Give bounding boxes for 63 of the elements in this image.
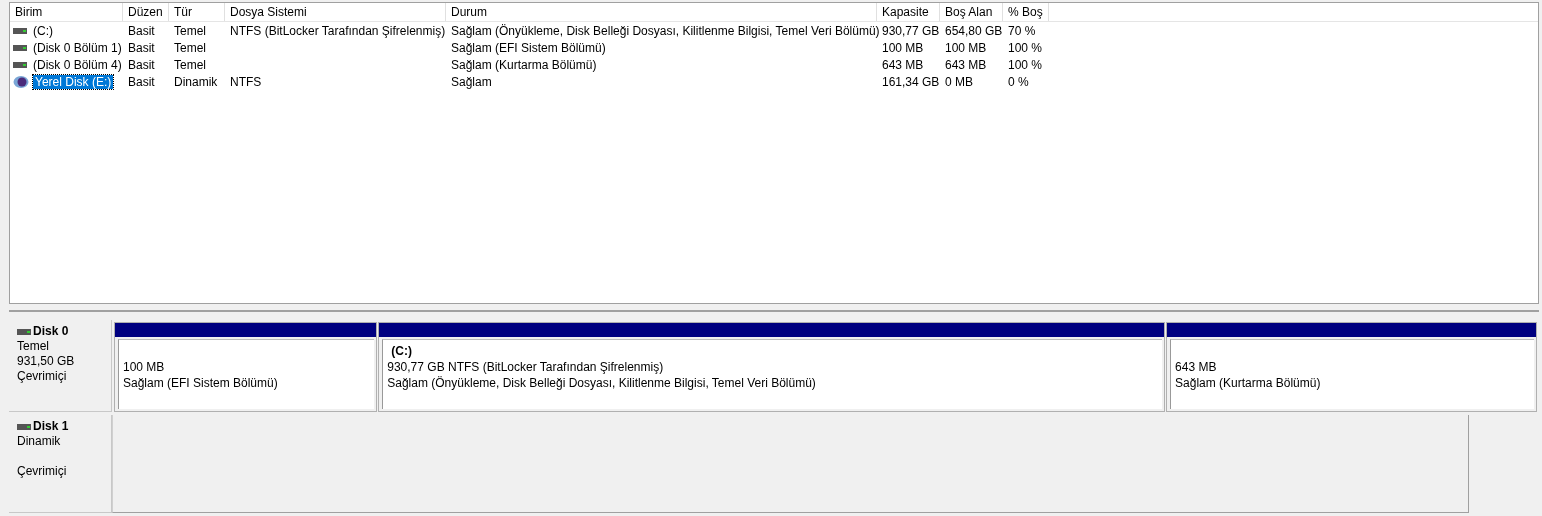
disk-label-panel[interactable]: Disk 0 Temel 931,50 GB Çevrimiçi bbox=[9, 320, 112, 412]
table-cell: Sağlam (EFI Sistem Bölümü) bbox=[451, 40, 606, 55]
disk-name: Disk 0 bbox=[33, 324, 69, 339]
table-cell: Temel bbox=[174, 57, 206, 72]
partition-status: Sağlam (Kurtarma Bölümü) bbox=[1175, 375, 1322, 391]
table-cell: 0 % bbox=[1008, 74, 1029, 89]
table-cell: 643 MB bbox=[882, 57, 924, 72]
table-cell: Sağlam bbox=[451, 74, 492, 89]
table-cell: NTFS bbox=[230, 74, 262, 89]
disk-status: Çevrimiçi bbox=[17, 464, 67, 478]
disk-type: Temel bbox=[17, 339, 49, 353]
table-cell: Sağlam (Kurtarma Bölümü) bbox=[451, 57, 597, 72]
disk-icon bbox=[13, 74, 29, 89]
column-header[interactable]: Düzen bbox=[123, 3, 169, 21]
table-cell: Dinamik bbox=[174, 74, 218, 89]
table-cell: Sağlam (Önyükleme, Disk Belleği Dosyası, Kilitlenme Bilgisi, Temel Veri Bölümü) bbox=[451, 23, 880, 38]
partition-block[interactable]: 643 MB Sağlam (Kurtarma Bölümü) bbox=[1166, 322, 1537, 412]
table-cell: 930,77 GB bbox=[882, 23, 940, 38]
partition-status: Sağlam (EFI Sistem Bölümü) bbox=[123, 375, 279, 391]
table-cell: NTFS (BitLocker Tarafından Şifrelenmiş) bbox=[230, 23, 446, 38]
table-cell: 70 % bbox=[1008, 23, 1036, 38]
disk-type: Dinamik bbox=[17, 434, 61, 448]
volume-name[interactable]: (C:) bbox=[31, 23, 55, 38]
partition-size: 930,77 GB NTFS (BitLocker Tarafından Şifrelenmiş) bbox=[387, 359, 665, 375]
volume-name[interactable]: (Disk 0 Bölüm 1) bbox=[31, 40, 124, 55]
table-cell: Basit bbox=[128, 74, 155, 89]
disk-label-panel[interactable]: Disk 1 Dinamik Çevrimiçi bbox=[9, 415, 112, 513]
table-cell: 161,34 GB bbox=[882, 74, 940, 89]
table-cell: 643 MB bbox=[945, 57, 987, 72]
drive-icon bbox=[13, 61, 27, 68]
drive-icon bbox=[13, 44, 27, 51]
drive-icon bbox=[13, 27, 27, 34]
table-cell: Basit bbox=[128, 40, 155, 55]
table-cell: 100 MB bbox=[882, 40, 924, 55]
partition-size: 643 MB bbox=[1175, 359, 1218, 375]
column-header[interactable]: Tür bbox=[169, 3, 225, 21]
partition-block[interactable]: (C:) 930,77 GB NTFS (BitLocker Tarafından Şifrelenmiş) Sağlam (Önyükleme, Disk Belleği Dosyası, Kilitlenme Bilgisi, Temel Veri Bölümü) bbox=[378, 322, 1166, 412]
column-header[interactable]: Dosya Sistemi bbox=[225, 3, 446, 21]
table-cell: Temel bbox=[174, 23, 206, 38]
drive-icon bbox=[17, 423, 31, 430]
table-cell: 0 MB bbox=[945, 74, 973, 89]
partition-status: Sağlam (Önyükleme, Disk Belleği Dosyası, Kilitlenme Bilgisi, Temel Veri Bölümü) bbox=[387, 375, 817, 391]
partition-title: (C:) bbox=[391, 344, 412, 358]
table-cell: Basit bbox=[128, 23, 155, 38]
volume-name[interactable]: (Disk 0 Bölüm 4) bbox=[31, 57, 124, 72]
column-header[interactable]: Birim bbox=[10, 3, 123, 21]
column-header[interactable]: Durum bbox=[446, 3, 877, 21]
column-header[interactable]: Boş Alan bbox=[940, 3, 1003, 21]
partition-block[interactable]: 100 MB Sağlam (EFI Sistem Bölümü) bbox=[114, 322, 378, 412]
disk-status: Çevrimiçi bbox=[17, 369, 67, 383]
table-cell: Temel bbox=[174, 40, 206, 55]
table-cell: 100 % bbox=[1008, 57, 1043, 72]
table-cell: 654,80 GB bbox=[945, 23, 1003, 38]
table-cell: 100 % bbox=[1008, 40, 1043, 55]
disk-size: 931,50 GB bbox=[17, 354, 75, 368]
table-cell: 100 MB bbox=[945, 40, 987, 55]
disk-name: Disk 1 bbox=[33, 419, 69, 434]
column-header[interactable]: Kapasite bbox=[877, 3, 940, 21]
column-header[interactable]: % Boş bbox=[1003, 3, 1049, 21]
drive-icon bbox=[17, 328, 31, 335]
table-cell: Basit bbox=[128, 57, 155, 72]
partition-size: 100 MB bbox=[123, 359, 166, 375]
volume-name[interactable]: Yerel Disk (E:) bbox=[33, 74, 114, 89]
